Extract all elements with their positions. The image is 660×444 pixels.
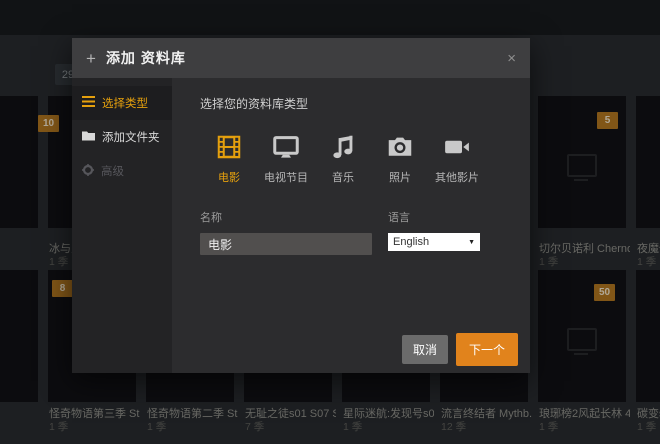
dialog-title: 添加 资料库 (106, 48, 186, 68)
name-field-group: 名称 (200, 209, 388, 255)
folder-icon (82, 130, 95, 144)
name-field-label: 名称 (200, 209, 388, 225)
library-type-other-videos[interactable]: 其他影片 (434, 132, 480, 185)
cancel-button[interactable]: 取消 (402, 335, 448, 364)
library-form-row: 名称 语言 English ▼ (200, 209, 530, 255)
list-icon (82, 96, 95, 110)
library-type-movies[interactable]: 电影 (206, 132, 252, 185)
sidebar-item-label: 选择类型 (102, 95, 148, 111)
dialog-header: + 添加 资料库 × (72, 38, 530, 78)
close-icon[interactable]: × (507, 51, 516, 66)
library-type-prompt: 选择您的资料库类型 (200, 95, 530, 112)
library-type-tv-shows[interactable]: 电视节目 (263, 132, 309, 185)
app-screen: 03 冰... 冰与火 1 季 (0, 0, 660, 444)
language-select[interactable]: English ▼ (388, 233, 480, 251)
plus-icon: + (86, 50, 96, 67)
gear-icon (82, 164, 94, 179)
tv-icon (271, 132, 301, 162)
sidebar-item-advanced: 高级 (72, 154, 172, 188)
library-type-label: 音乐 (332, 169, 354, 185)
dialog-body: 选择类型 添加文件夹 (72, 78, 530, 373)
library-type-label: 电影 (218, 169, 240, 185)
language-selected-value: English (393, 236, 429, 248)
library-type-label: 其他影片 (435, 169, 479, 185)
dialog-sidebar: 选择类型 添加文件夹 (72, 78, 172, 373)
next-button[interactable]: 下一个 (456, 333, 518, 366)
music-note-icon (328, 132, 358, 162)
add-library-dialog: + 添加 资料库 × 选择类型 (72, 38, 530, 373)
library-type-label: 电视节目 (264, 169, 308, 185)
camera-icon (385, 132, 415, 162)
film-icon (214, 132, 244, 162)
sidebar-item-select-type[interactable]: 选择类型 (72, 86, 172, 120)
video-camera-icon (442, 132, 472, 162)
library-type-music[interactable]: 音乐 (320, 132, 366, 185)
dialog-footer: 取消 下一个 (402, 333, 518, 366)
language-field-label: 语言 (388, 209, 480, 225)
sidebar-item-label: 高级 (101, 163, 124, 179)
chevron-down-icon: ▼ (468, 239, 475, 246)
library-type-photos[interactable]: 照片 (377, 132, 423, 185)
language-field-group: 语言 English ▼ (388, 209, 480, 255)
library-type-row: 电影 电视节目 (206, 132, 530, 185)
sidebar-item-add-folders[interactable]: 添加文件夹 (72, 120, 172, 154)
library-name-input[interactable] (200, 233, 372, 255)
dialog-content: 选择您的资料库类型 (172, 78, 530, 373)
sidebar-item-label: 添加文件夹 (102, 129, 160, 145)
library-type-label: 照片 (389, 169, 411, 185)
